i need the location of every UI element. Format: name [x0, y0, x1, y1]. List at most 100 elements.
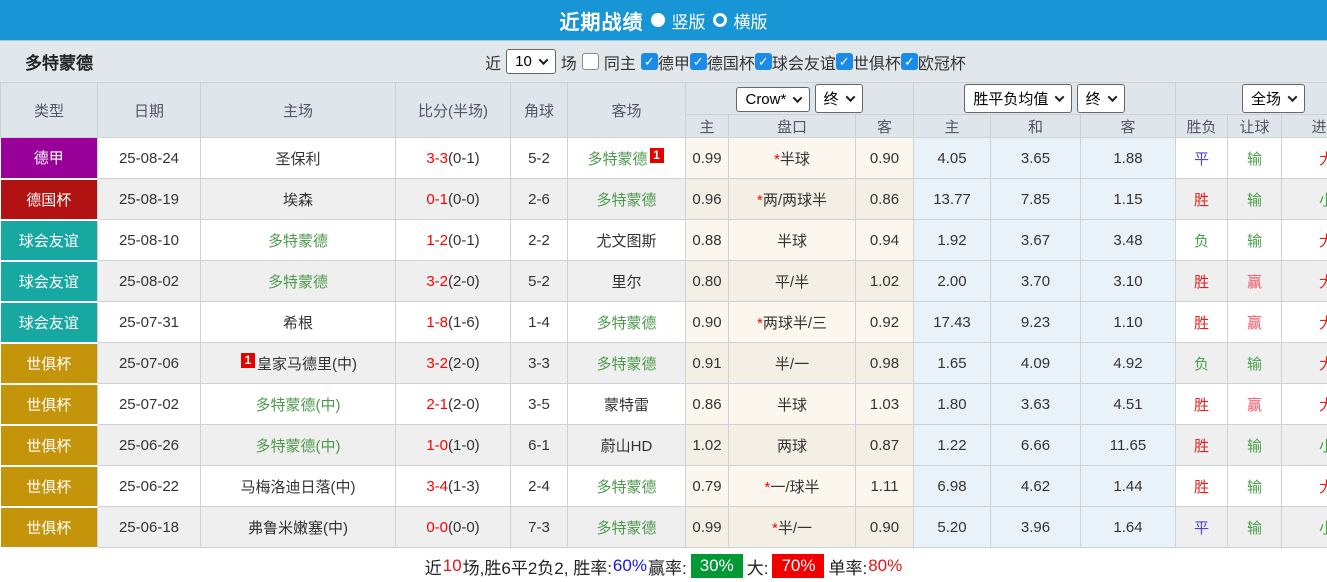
subcol-handicap: 盘口	[729, 115, 856, 138]
league-type-cell: 世俱杯	[1, 343, 98, 384]
handicap-line: *半球	[729, 138, 856, 179]
handicap-odds-home: 0.90	[686, 302, 729, 343]
corners: 5-2	[511, 261, 568, 302]
score: 3-2(2-0)	[396, 261, 511, 302]
handicap-odds-away: 1.11	[856, 466, 914, 507]
home-team: 弗鲁米嫩塞(中)	[201, 507, 396, 548]
league-type-cell: 球会友谊	[1, 302, 98, 343]
corners: 2-6	[511, 179, 568, 220]
avg-odds-draw: 3.67	[991, 220, 1081, 261]
title-bar: 近期战绩 竖版 横版	[0, 0, 1327, 40]
rank-badge: 1	[241, 353, 255, 368]
summary-segment: 近	[425, 554, 442, 579]
league-type-cell: 德甲	[1, 138, 98, 179]
league-filter-item[interactable]: ✓德甲	[641, 50, 690, 74]
win-draw-loss-result: 胜	[1176, 302, 1228, 343]
league-type-cell: 世俱杯	[1, 425, 98, 466]
match-date: 25-06-22	[98, 466, 201, 507]
handicap-result: 赢	[1228, 302, 1282, 343]
handicap-odds-away: 1.03	[856, 384, 914, 425]
recent-count-select[interactable]: 10	[506, 49, 556, 74]
handicap-odds-home: 1.02	[686, 425, 729, 466]
same-home-checkbox[interactable]	[582, 53, 599, 70]
league-checkbox-label[interactable]: 欧冠杯	[918, 50, 966, 74]
fullmatch-select[interactable]: 全场	[1242, 84, 1305, 113]
league-checkbox[interactable]: ✓	[641, 53, 658, 70]
avg-odds-home: 13.77	[914, 179, 991, 220]
home-team: 希根	[201, 302, 396, 343]
vertical-layout-radio[interactable]	[651, 13, 665, 27]
handicap-result: 输	[1228, 220, 1282, 261]
score: 1-2(0-1)	[396, 220, 511, 261]
avg-odds-draw: 3.63	[991, 384, 1081, 425]
handicap-odds-home: 0.88	[686, 220, 729, 261]
league-checkbox-label[interactable]: 球会友谊	[772, 50, 836, 74]
team-name: 多特蒙德	[25, 49, 93, 74]
table-row: 德甲25-08-24圣保利3-3(0-1)5-2多特蒙德10.99*半球0.90…	[1, 138, 1327, 179]
home-team: 埃森	[201, 179, 396, 220]
league-filter-item[interactable]: ✓德国杯	[690, 50, 755, 74]
league-checkbox[interactable]: ✓	[901, 53, 918, 70]
table-row: 球会友谊25-08-10多特蒙德1-2(0-1)2-2尤文图斯0.88半球0.9…	[1, 220, 1327, 261]
average-group-header: 胜平负均值 终	[914, 83, 1176, 115]
away-team: 里尔	[568, 261, 686, 302]
league-checkbox-label[interactable]: 世俱杯	[853, 50, 901, 74]
avg-odds-away: 1.10	[1081, 302, 1176, 343]
table-row: 球会友谊25-08-02多特蒙德3-2(2-0)5-2里尔0.80平/半1.02…	[1, 261, 1327, 302]
match-date: 25-08-10	[98, 220, 201, 261]
league-checkbox[interactable]: ✓	[836, 53, 853, 70]
handicap-result: 输	[1228, 343, 1282, 384]
league-filter-item[interactable]: ✓欧冠杯	[901, 50, 966, 74]
col-header-home: 主场	[201, 83, 396, 138]
table-row: 世俱杯25-07-02多特蒙德(中)2-1(2-0)3-5蒙特雷0.86半球1.…	[1, 384, 1327, 425]
league-type-cell: 德国杯	[1, 179, 98, 220]
table-row: 世俱杯25-06-26多特蒙德(中)1-0(1-0)6-1蔚山HD1.02两球0…	[1, 425, 1327, 466]
rank-badge: 1	[650, 148, 664, 163]
horizontal-layout-label[interactable]: 横版	[734, 8, 768, 33]
filter-controls: 近 10 场 同主 ✓德甲✓德国杯✓球会友谊✓世俱杯✓欧冠杯	[485, 49, 966, 74]
avg-odds-draw: 4.62	[991, 466, 1081, 507]
league-checkbox-label[interactable]: 德甲	[658, 50, 690, 74]
bookmaker-time-select[interactable]: 终	[815, 84, 863, 113]
avg-odds-away: 1.88	[1081, 138, 1176, 179]
avg-odds-draw: 9.23	[991, 302, 1081, 343]
score: 0-1(0-0)	[396, 179, 511, 220]
goals-over-under: 大	[1282, 261, 1327, 302]
away-team: 多特蒙德	[568, 466, 686, 507]
subcol-odds-home: 主	[686, 115, 729, 138]
filter-bar: 多特蒙德 近 10 场 同主 ✓德甲✓德国杯✓球会友谊✓世俱杯✓欧冠杯	[0, 40, 1327, 82]
summary-segment: 大:	[747, 554, 769, 579]
horizontal-layout-radio[interactable]	[713, 13, 727, 27]
chevron-down-icon	[538, 55, 548, 65]
handicap-odds-home: 0.99	[686, 507, 729, 548]
avg-odds-home: 6.98	[914, 466, 991, 507]
avg-odds-away: 11.65	[1081, 425, 1176, 466]
bookmaker-select[interactable]: Crow*	[736, 87, 810, 112]
goals-over-under: 大	[1282, 302, 1327, 343]
league-checkbox[interactable]: ✓	[755, 53, 772, 70]
home-team: 马梅洛迪日落(中)	[201, 466, 396, 507]
handicap-odds-away: 0.94	[856, 220, 914, 261]
home-team: 多特蒙德	[201, 220, 396, 261]
vertical-layout-label[interactable]: 竖版	[672, 8, 706, 33]
score: 3-3(0-1)	[396, 138, 511, 179]
handicap-result: 输	[1228, 425, 1282, 466]
same-home-label[interactable]: 同主	[604, 50, 636, 74]
league-filter-item[interactable]: ✓世俱杯	[836, 50, 901, 74]
handicap-odds-home: 0.91	[686, 343, 729, 384]
subcol-wdl: 胜负	[1176, 115, 1228, 138]
handicap-odds-away: 0.87	[856, 425, 914, 466]
league-checkbox[interactable]: ✓	[690, 53, 707, 70]
match-date: 25-08-02	[98, 261, 201, 302]
win-draw-loss-result: 胜	[1176, 179, 1228, 220]
avg-select[interactable]: 胜平负均值	[964, 84, 1072, 113]
win-draw-loss-result: 负	[1176, 343, 1228, 384]
handicap-odds-away: 0.90	[856, 507, 914, 548]
avg-odds-home: 5.20	[914, 507, 991, 548]
home-team: 圣保利	[201, 138, 396, 179]
summary-segment: 80%	[868, 556, 902, 576]
league-filter-item[interactable]: ✓球会友谊	[755, 50, 836, 74]
league-checkbox-label[interactable]: 德国杯	[707, 50, 755, 74]
avg-time-select[interactable]: 终	[1077, 84, 1125, 113]
avg-odds-draw: 3.96	[991, 507, 1081, 548]
